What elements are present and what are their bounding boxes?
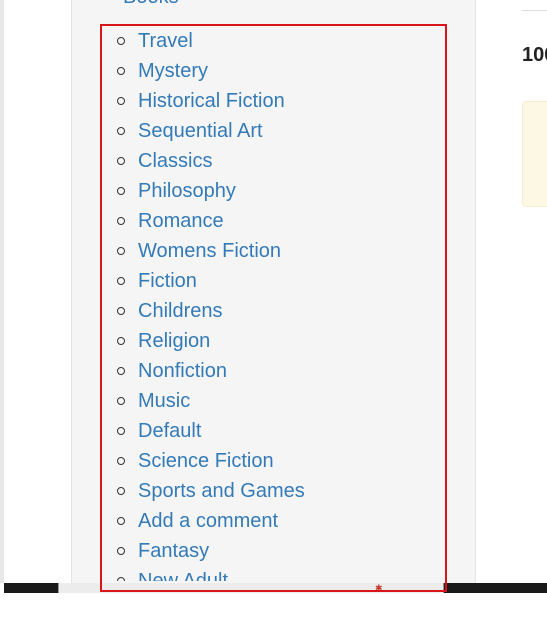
- category-link[interactable]: Science Fiction: [138, 450, 274, 472]
- list-item: Music: [100, 386, 445, 416]
- list-item: Nonfiction: [100, 356, 445, 386]
- bullet-icon: [117, 277, 125, 285]
- list-item: Default: [100, 416, 445, 446]
- category-link[interactable]: Fiction: [138, 270, 197, 292]
- bullet-icon: [117, 577, 125, 581]
- bullet-icon: [117, 67, 125, 75]
- category-link[interactable]: Romance: [138, 210, 224, 232]
- bottom-margin: [0, 593, 547, 618]
- category-link[interactable]: Classics: [138, 150, 212, 172]
- list-item: Sports and Games: [100, 476, 445, 506]
- bullet-icon: [117, 337, 125, 345]
- list-item: Mystery: [100, 56, 445, 86]
- list-item: Add a comment: [100, 506, 445, 536]
- bullet-icon: [117, 247, 125, 255]
- category-link[interactable]: New Adult: [138, 570, 228, 581]
- category-link-books[interactable]: Books: [123, 0, 179, 9]
- category-link[interactable]: Childrens: [138, 300, 222, 322]
- list-item: Historical Fiction: [100, 86, 445, 116]
- content-divider: [522, 10, 547, 11]
- bullet-icon: [117, 367, 125, 375]
- bullet-icon: [117, 547, 125, 555]
- category-link[interactable]: Historical Fiction: [138, 90, 285, 112]
- category-link[interactable]: Travel: [138, 30, 193, 52]
- list-item: Classics: [100, 146, 445, 176]
- bullet-icon: [117, 517, 125, 525]
- bullet-icon: [117, 217, 125, 225]
- puzzle-icon[interactable]: ✱: [375, 583, 383, 593]
- category-link[interactable]: Womens Fiction: [138, 240, 281, 262]
- bullet-icon: [117, 97, 125, 105]
- list-item: Science Fiction: [100, 446, 445, 476]
- bullet-icon: [117, 157, 125, 165]
- category-link[interactable]: Religion: [138, 330, 210, 352]
- list-item: Religion: [100, 326, 445, 356]
- category-link[interactable]: Nonfiction: [138, 360, 227, 382]
- list-item: Fantasy: [100, 536, 445, 566]
- category-link[interactable]: Sports and Games: [138, 480, 305, 502]
- bullet-icon: [117, 397, 125, 405]
- bullet-icon: [117, 487, 125, 495]
- category-link[interactable]: Default: [138, 420, 201, 442]
- page-margin: [4, 0, 26, 583]
- category-link[interactable]: Mystery: [138, 60, 208, 82]
- bullet-icon: [117, 37, 125, 45]
- result-count: 100: [522, 44, 547, 66]
- bullet-icon: [117, 457, 125, 465]
- bullet-icon: [117, 307, 125, 315]
- category-link[interactable]: Music: [138, 390, 190, 412]
- bullet-icon: [117, 427, 125, 435]
- list-item: Philosophy: [100, 176, 445, 206]
- list-item: Travel: [100, 26, 445, 56]
- list-item: New Adult: [100, 566, 445, 581]
- category-link[interactable]: Add a comment: [138, 510, 278, 532]
- list-item: Childrens: [100, 296, 445, 326]
- bullet-icon: [117, 127, 125, 135]
- category-link[interactable]: Philosophy: [138, 180, 236, 202]
- category-link[interactable]: Fantasy: [138, 540, 209, 562]
- list-item: Sequential Art: [100, 116, 445, 146]
- bullet-icon: [117, 187, 125, 195]
- category-list: Travel Mystery Historical Fiction Sequen…: [100, 26, 445, 581]
- list-item: Romance: [100, 206, 445, 236]
- alert-box: [522, 101, 547, 207]
- taskbar-panel: ✱: [58, 583, 444, 593]
- category-link[interactable]: Sequential Art: [138, 120, 263, 142]
- list-item: Womens Fiction: [100, 236, 445, 266]
- list-item: Fiction: [100, 266, 445, 296]
